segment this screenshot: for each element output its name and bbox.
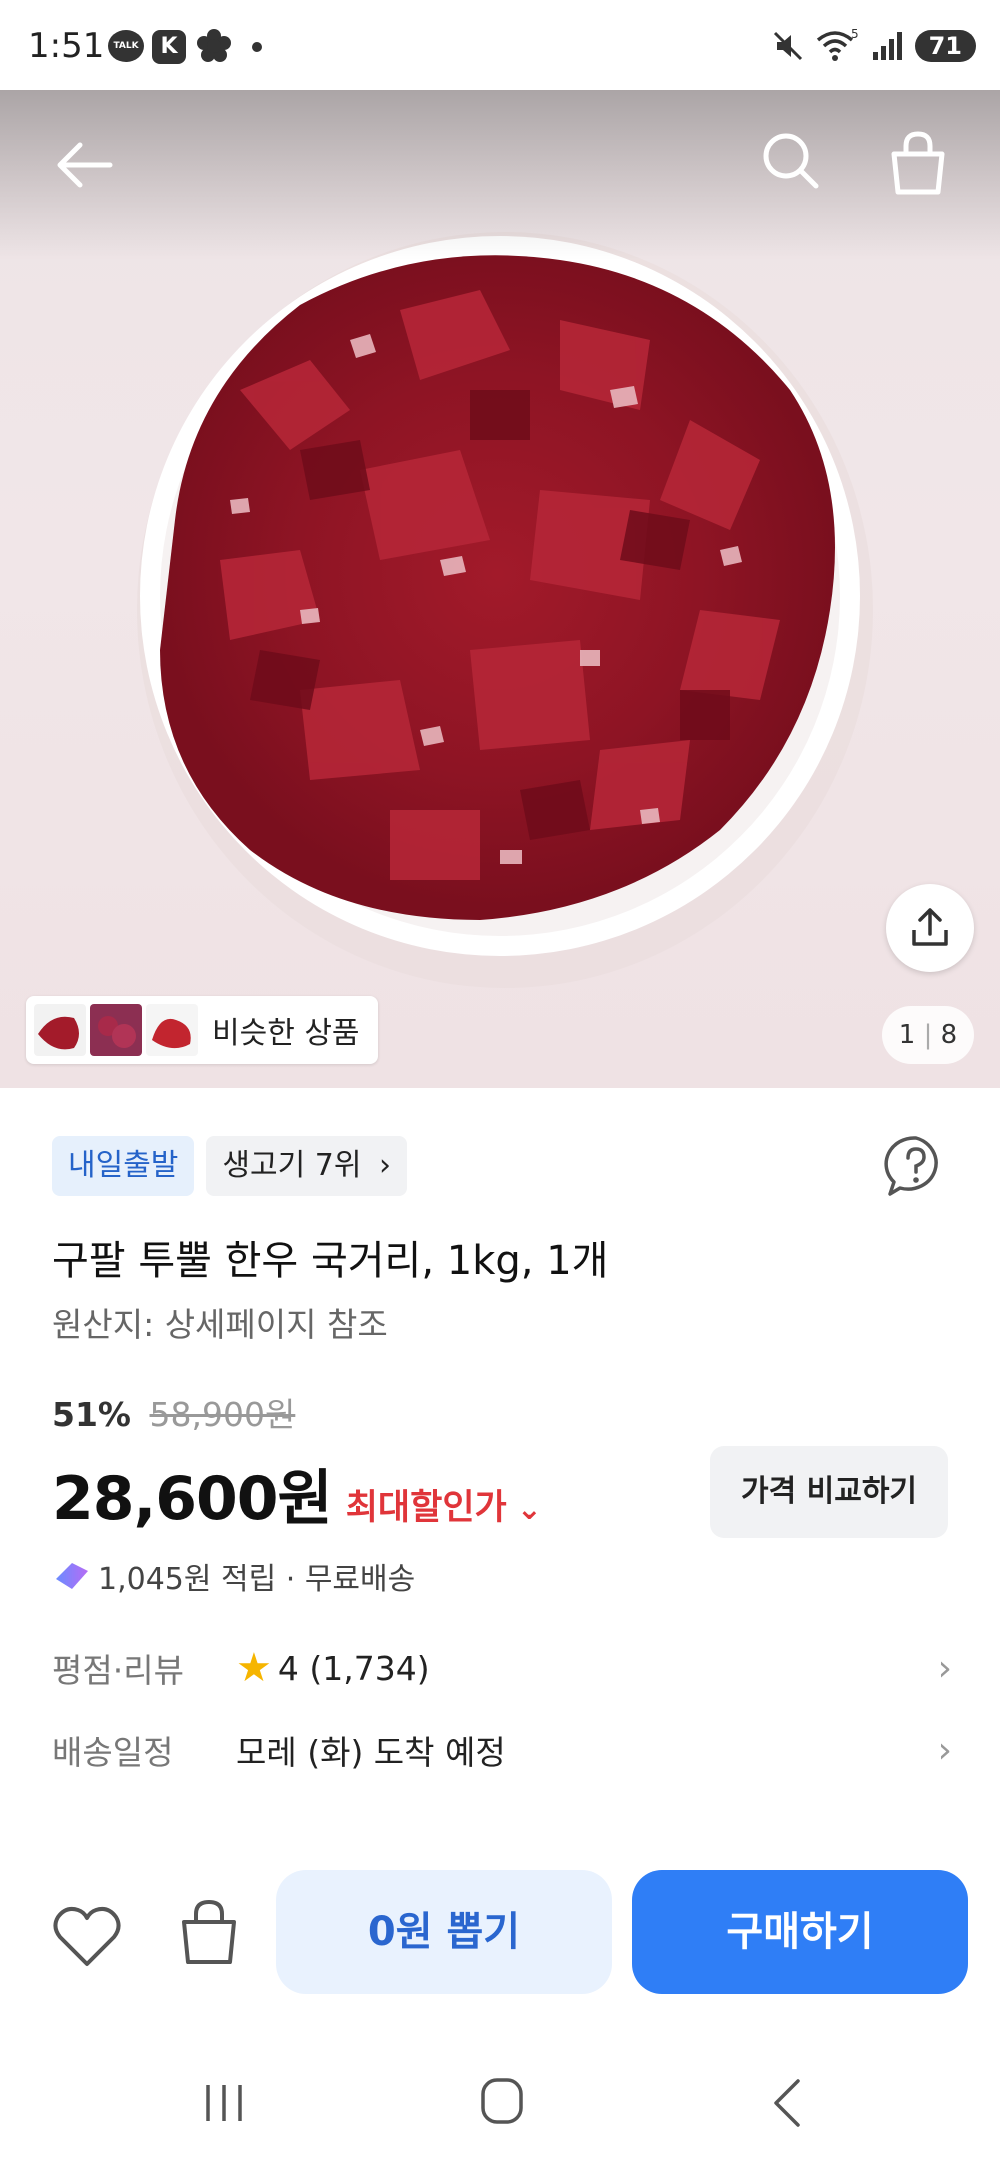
sale-price: 28,600원	[52, 1464, 333, 1534]
max-discount-toggle[interactable]: 최대할인가 ⌄	[346, 1479, 542, 1530]
k-app-icon: K	[152, 30, 186, 64]
delivery-badge: 내일출발	[52, 1136, 195, 1196]
wifi-icon: 5	[816, 28, 859, 61]
rating-label: 평점·리뷰	[52, 1651, 184, 1690]
original-price: 58,900원	[149, 1395, 296, 1434]
system-back-icon[interactable]	[766, 2077, 810, 2129]
system-navigation-bar	[0, 2045, 1000, 2167]
status-right-group: 5 71	[771, 24, 976, 68]
recent-apps-icon[interactable]	[200, 2081, 248, 2125]
flower-notification-icon	[197, 29, 231, 62]
discount-row: 51% 58,900원	[52, 1388, 295, 1436]
similar-thumb-2	[90, 1004, 142, 1056]
price-row: 28,600원 최대할인가 ⌄	[52, 1450, 542, 1537]
signal-icon	[872, 32, 902, 60]
status-bar: 1:51 TALK K 5 71	[0, 0, 1000, 90]
help-question-icon[interactable]	[882, 1132, 950, 1200]
product-origin: 원산지: 상세페이지 참조	[52, 1305, 388, 1344]
hero-top-gradient	[0, 90, 1000, 260]
delivery-schedule-row[interactable]: 배송일정 모레 (화) 도착 예정 ›	[52, 1726, 952, 1774]
bottom-action-bar: 0원 뽑기 구매하기	[0, 1820, 1000, 2045]
mute-icon	[773, 31, 802, 61]
delivery-schedule-value: 모레 (화) 도착 예정	[236, 1733, 506, 1772]
max-discount-label: 최대할인가	[345, 1488, 507, 1528]
rating-row[interactable]: 평점·리뷰 ★ 4 (1,734) ›	[52, 1644, 952, 1692]
price-compare-button[interactable]: 가격 비교하기	[710, 1446, 948, 1538]
status-time: 1:51	[28, 26, 105, 66]
similar-thumb-1	[34, 1004, 86, 1056]
cart-icon[interactable]	[880, 126, 956, 202]
badge-row: 내일출발 생고기 7위 ›	[52, 1136, 407, 1196]
notification-dot-icon	[252, 42, 262, 52]
image-counter-current: 1	[898, 1020, 916, 1050]
similar-products-button[interactable]: 비슷한 상품	[26, 996, 378, 1064]
points-coin-icon	[56, 1563, 88, 1589]
rank-badge-button[interactable]: 생고기 7위 ›	[206, 1136, 407, 1196]
rating-value-group: ★ 4 (1,734)	[236, 1645, 430, 1691]
delivery-schedule-label: 배송일정	[52, 1733, 174, 1772]
rank-badge-label: 생고기 7위	[222, 1148, 362, 1183]
home-icon[interactable]	[480, 2077, 524, 2125]
similar-thumb-3	[146, 1004, 198, 1056]
svg-text:5: 5	[851, 28, 859, 41]
share-icon	[912, 908, 948, 946]
chevron-right-icon: ›	[937, 1729, 952, 1771]
chevron-down-icon: ⌄	[516, 1492, 542, 1527]
product-title: 구팔 투뿔 한우 국거리, 1kg, 1개	[52, 1238, 609, 1284]
points-text: 1,045원 적립 · 무료배송	[98, 1562, 416, 1597]
buy-now-button[interactable]: 구매하기	[632, 1870, 968, 1994]
add-to-cart-icon[interactable]	[172, 1896, 246, 1970]
rating-value: 4 (1,734)	[277, 1648, 430, 1688]
chevron-right-icon: ›	[937, 1647, 952, 1689]
share-button[interactable]	[886, 884, 974, 972]
back-arrow-icon[interactable]	[50, 130, 120, 200]
image-counter: 1 | 8	[882, 1006, 974, 1064]
battery-level: 71	[914, 30, 976, 62]
image-counter-total: 8	[940, 1020, 958, 1050]
points-row: 1,045원 적립 · 무료배송	[52, 1554, 415, 1598]
heart-icon[interactable]	[50, 1900, 124, 1974]
product-image-carousel[interactable]: 비슷한 상품 1 | 8	[0, 90, 1000, 1088]
similar-products-label: 비슷한 상품	[212, 1016, 360, 1051]
kakaotalk-icon: TALK	[108, 30, 144, 62]
star-icon: ★	[236, 1645, 272, 1691]
search-icon[interactable]	[756, 126, 826, 196]
discount-percent: 51%	[52, 1395, 131, 1434]
zero-won-draw-button[interactable]: 0원 뽑기	[276, 1870, 612, 1994]
chevron-right-icon: ›	[378, 1148, 391, 1183]
